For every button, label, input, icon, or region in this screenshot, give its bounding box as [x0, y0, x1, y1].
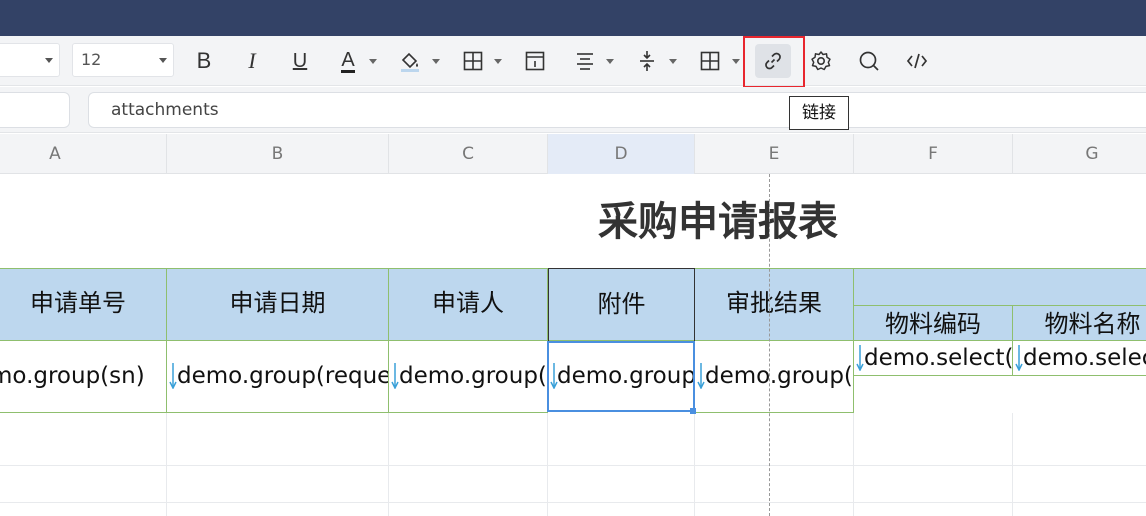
header-cell-approval-result[interactable]: 审批结果 — [695, 268, 854, 341]
column-header-a[interactable]: A — [0, 134, 167, 174]
expand-down-arrow-icon — [391, 363, 399, 389]
settings-button[interactable] — [803, 44, 839, 78]
cell-text: demo.group — [557, 363, 695, 389]
grid-line — [166, 413, 167, 516]
bold-label: B — [196, 48, 212, 73]
border-grid-icon — [463, 51, 483, 71]
align-center-icon — [577, 53, 593, 70]
underline-button[interactable]: U — [282, 44, 318, 78]
align-middle-icon — [640, 51, 654, 71]
data-cell-f[interactable]: demo.select( — [854, 341, 1013, 376]
active-cell-d[interactable]: demo.group — [547, 341, 695, 412]
cell-text: demo.select( — [864, 345, 1013, 371]
header-cell-requester[interactable]: 申请人 — [389, 268, 548, 341]
fill-handle[interactable] — [690, 408, 696, 414]
table-grid-icon — [700, 51, 720, 71]
link-tooltip: 链接 — [789, 96, 849, 130]
data-cell-g[interactable]: demo.selec — [1013, 341, 1146, 376]
data-cell-a[interactable]: mo.group(sn) — [0, 341, 167, 413]
column-header-d[interactable]: D — [548, 134, 695, 174]
cell-text: mo.group(sn) — [0, 363, 145, 389]
font-size-select[interactable]: 12 — [72, 43, 174, 77]
subheader-cell-material-code[interactable]: 物料编码 — [854, 305, 1013, 341]
column-header-b[interactable]: B — [167, 134, 389, 174]
data-cell-c[interactable]: demo.group( — [389, 341, 548, 413]
cell-text: demo.group( — [399, 363, 547, 389]
chevron-down-icon — [45, 58, 53, 63]
link-button[interactable] — [755, 44, 791, 78]
grid-line — [1012, 413, 1013, 516]
grid-line — [547, 413, 548, 516]
table-button[interactable] — [692, 44, 728, 78]
horizontal-align-button[interactable] — [567, 44, 603, 78]
merge-cells-icon — [525, 51, 545, 71]
italic-label: I — [248, 48, 256, 73]
header-cell-request-no[interactable]: 申请单号 — [0, 268, 167, 341]
font-color-button[interactable]: A — [330, 44, 366, 78]
border-button[interactable] — [455, 44, 491, 78]
grid-line — [0, 465, 1146, 466]
cell-text: demo.group( — [705, 363, 853, 389]
cell-name-box[interactable] — [0, 92, 70, 128]
font-color-label: A — [341, 48, 355, 73]
formula-input[interactable]: attachments — [88, 92, 1146, 128]
column-header-g[interactable]: G — [1013, 134, 1146, 174]
data-cell-b[interactable]: demo.group(reque — [167, 341, 389, 413]
gear-icon — [811, 51, 831, 71]
chevron-down-icon — [159, 58, 167, 63]
grid-line — [0, 502, 1146, 503]
chevron-down-icon[interactable] — [432, 59, 440, 64]
expand-down-arrow-icon — [697, 363, 705, 389]
code-icon — [906, 53, 928, 69]
column-header-e[interactable]: E — [695, 134, 854, 174]
header-cell-attachment[interactable]: 附件 — [548, 268, 695, 341]
expand-down-arrow-icon — [856, 345, 864, 371]
bold-button[interactable]: B — [186, 44, 222, 78]
toolbar: 12 B I U A — [0, 36, 1146, 86]
data-cell-e[interactable]: demo.group( — [695, 341, 854, 413]
italic-button[interactable]: I — [234, 44, 270, 78]
expand-down-arrow-icon — [169, 363, 177, 389]
grid-line — [694, 413, 695, 516]
column-headers: A B C D E F G — [0, 134, 1146, 174]
grid-line — [853, 413, 854, 516]
column-header-c[interactable]: C — [389, 134, 548, 174]
column-header-f[interactable]: F — [854, 134, 1013, 174]
chevron-down-icon[interactable] — [732, 59, 740, 64]
subheader-cell-material-name[interactable]: 物料名称 — [1013, 305, 1146, 341]
paint-bucket-icon — [401, 52, 419, 72]
font-size-value: 12 — [81, 50, 102, 69]
app-top-bar — [0, 0, 1146, 36]
header-cell-request-date[interactable]: 申请日期 — [167, 268, 389, 341]
fill-color-button[interactable] — [392, 44, 428, 78]
chevron-down-icon[interactable] — [669, 59, 677, 64]
chevron-down-icon[interactable] — [369, 59, 377, 64]
vertical-align-button[interactable] — [629, 44, 665, 78]
font-family-select[interactable] — [0, 43, 60, 77]
expand-down-arrow-icon — [1015, 345, 1023, 371]
sheet-title[interactable]: 采购申请报表 — [548, 192, 888, 252]
chevron-down-icon[interactable] — [494, 59, 502, 64]
grid-line — [388, 413, 389, 516]
code-button[interactable] — [899, 44, 935, 78]
formula-bar: attachments — [0, 87, 1146, 133]
search-icon — [859, 51, 879, 71]
merge-cells-button[interactable] — [517, 44, 553, 78]
cell-text: demo.selec — [1023, 345, 1146, 371]
page-break-line — [769, 174, 770, 516]
chevron-down-icon[interactable] — [606, 59, 614, 64]
underline-label: U — [292, 49, 308, 72]
expand-down-arrow-icon — [550, 363, 558, 389]
link-icon — [765, 52, 781, 70]
sheet-grid: 采购申请报表 申请单号 申请日期 申请人 附件 审批结果 物料编码 物料名称 m… — [0, 174, 1146, 516]
cell-text: demo.group(reque — [177, 363, 389, 389]
search-button[interactable] — [851, 44, 887, 78]
